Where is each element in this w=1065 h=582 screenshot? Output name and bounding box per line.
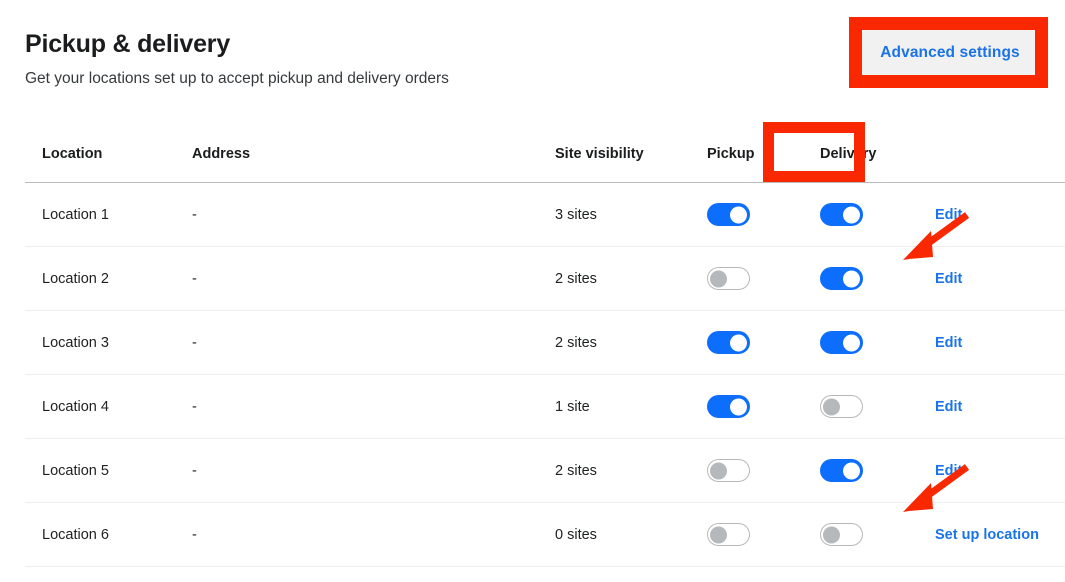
cell-pickup (707, 374, 820, 439)
column-header-address: Address (192, 126, 555, 183)
column-header-delivery: Delivery (820, 126, 935, 183)
cell-address: - (192, 246, 555, 311)
cell-site-visibility: 3 sites (555, 182, 707, 247)
delivery-toggle[interactable] (820, 459, 863, 482)
locations-table: Location Address Site visibility Pickup … (25, 126, 1065, 567)
column-header-site-visibility: Site visibility (555, 126, 707, 183)
cell-delivery (820, 246, 935, 311)
cell-location: Location 3 (25, 310, 192, 375)
toggle-knob (730, 334, 747, 351)
table-row: Location 1-3 sites Edit (25, 182, 1065, 247)
table-header: Location Address Site visibility Pickup … (25, 126, 1065, 183)
toggle-knob (710, 270, 727, 287)
cell-address: - (192, 374, 555, 439)
edit-link[interactable]: Edit (935, 271, 962, 287)
toggle-knob (843, 334, 860, 351)
delivery-toggle[interactable] (820, 395, 863, 418)
table-row: Location 2-2 sites Edit (25, 246, 1065, 311)
cell-address: - (192, 438, 555, 503)
table-header-row: Location Address Site visibility Pickup … (25, 126, 1065, 183)
cell-address: - (192, 502, 555, 567)
toggle-knob (843, 206, 860, 223)
cell-delivery (820, 182, 935, 247)
table-row: Location 5-2 sites Edit (25, 438, 1065, 503)
cell-pickup (707, 502, 820, 567)
table-row: Location 3-2 sites Edit (25, 310, 1065, 375)
cell-location: Location 4 (25, 374, 192, 439)
toggle-knob (843, 462, 860, 479)
cell-site-visibility: 0 sites (555, 502, 707, 567)
advanced-settings-button[interactable]: Advanced settings (862, 29, 1038, 76)
cell-location: Location 5 (25, 438, 192, 503)
pickup-toggle[interactable] (707, 523, 750, 546)
delivery-toggle[interactable] (820, 523, 863, 546)
edit-link[interactable]: Edit (935, 399, 962, 415)
toggle-knob (823, 398, 840, 415)
pickup-toggle[interactable] (707, 331, 750, 354)
cell-action: Edit (935, 310, 1065, 375)
edit-link[interactable]: Edit (935, 463, 962, 479)
delivery-toggle[interactable] (820, 267, 863, 290)
cell-action: Edit (935, 246, 1065, 311)
toggle-knob (730, 206, 747, 223)
cell-address: - (192, 310, 555, 375)
table-row: Location 6-0 sites Set up location (25, 502, 1065, 567)
column-header-pickup: Pickup (707, 126, 820, 183)
cell-location: Location 1 (25, 182, 192, 247)
delivery-toggle[interactable] (820, 203, 863, 226)
cell-action: Edit (935, 374, 1065, 439)
set-up-location-link[interactable]: Set up location (935, 527, 1039, 543)
pickup-toggle[interactable] (707, 267, 750, 290)
cell-delivery (820, 310, 935, 375)
cell-delivery (820, 438, 935, 503)
cell-location: Location 2 (25, 246, 192, 311)
cell-site-visibility: 2 sites (555, 246, 707, 311)
toggle-knob (843, 270, 860, 287)
cell-action: Edit (935, 438, 1065, 503)
delivery-toggle[interactable] (820, 331, 863, 354)
cell-address: - (192, 182, 555, 247)
toggle-knob (710, 462, 727, 479)
cell-pickup (707, 246, 820, 311)
cell-action: Edit (935, 182, 1065, 247)
pickup-toggle[interactable] (707, 459, 750, 482)
column-header-action (935, 126, 1065, 183)
toggle-knob (823, 526, 840, 543)
cell-location: Location 6 (25, 502, 192, 567)
cell-delivery (820, 502, 935, 567)
table-row: Location 4-1 site Edit (25, 374, 1065, 439)
column-header-location: Location (25, 126, 192, 183)
cell-pickup (707, 438, 820, 503)
cell-action: Set up location (935, 502, 1065, 567)
cell-site-visibility: 1 site (555, 374, 707, 439)
cell-pickup (707, 182, 820, 247)
pickup-toggle[interactable] (707, 203, 750, 226)
toggle-knob (730, 398, 747, 415)
toggle-knob (710, 526, 727, 543)
cell-site-visibility: 2 sites (555, 438, 707, 503)
cell-pickup (707, 310, 820, 375)
table-body: Location 1-3 sites Edit Location 2-2 sites… (25, 182, 1065, 567)
edit-link[interactable]: Edit (935, 335, 962, 351)
pickup-toggle[interactable] (707, 395, 750, 418)
cell-delivery (820, 374, 935, 439)
edit-link[interactable]: Edit (935, 207, 962, 223)
cell-site-visibility: 2 sites (555, 310, 707, 375)
